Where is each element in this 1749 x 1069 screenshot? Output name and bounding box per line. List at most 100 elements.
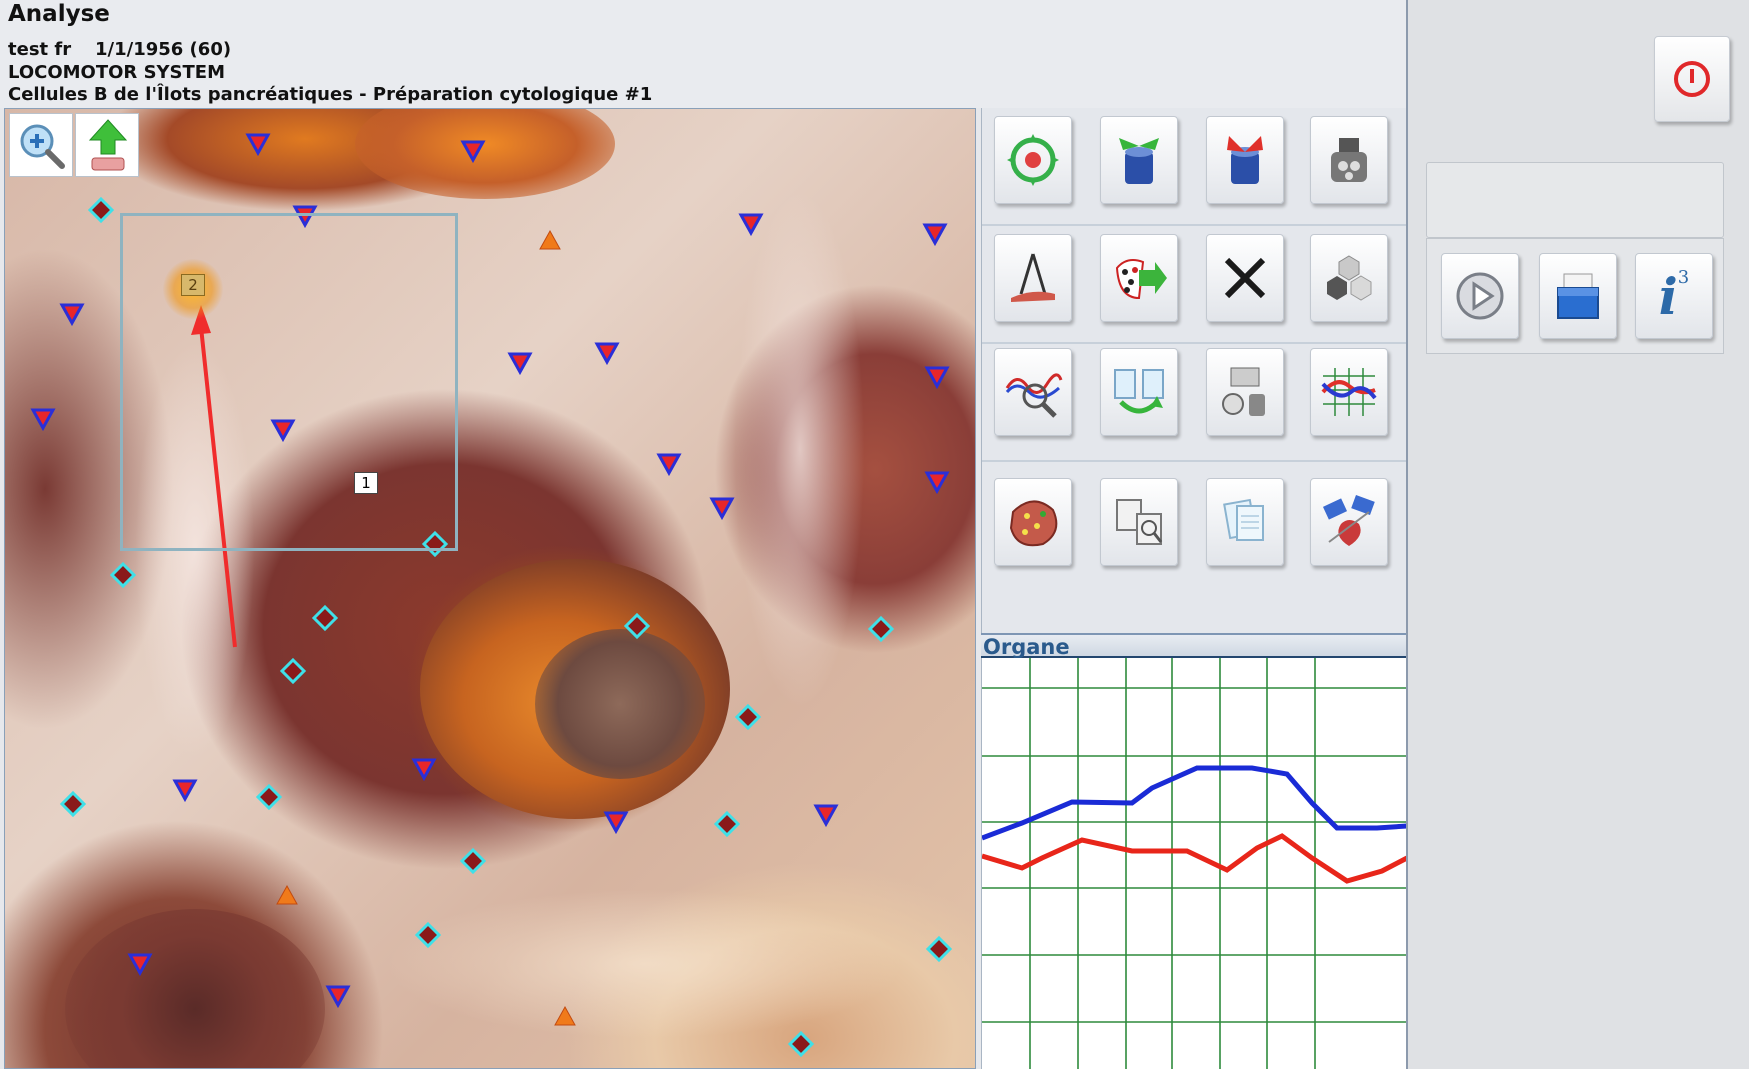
marker-diamond[interactable] (279, 657, 307, 685)
marker-triangle-down[interactable] (924, 366, 950, 390)
marker-triangle-down[interactable] (460, 140, 486, 164)
marker-diamond[interactable] (867, 615, 895, 643)
marker-triangle-up[interactable] (276, 884, 298, 905)
notes-icon (1223, 498, 1264, 541)
header: Analyse test fr 1/1/1956 (60) LOCOMOTOR S… (0, 0, 1406, 108)
hexagons-icon (1327, 255, 1372, 301)
tool-grid (981, 108, 1407, 633)
organ-graph (981, 658, 1409, 1069)
marker-triangle-up[interactable] (539, 229, 561, 250)
marker-diamond[interactable] (459, 847, 487, 875)
marker-diamond[interactable] (713, 810, 741, 838)
organ-spots-icon (1009, 500, 1058, 547)
wave-magnifier-button[interactable] (994, 348, 1072, 436)
marker-triangle-up[interactable] (554, 1005, 576, 1026)
dots-arrow-button[interactable] (1100, 234, 1178, 322)
tool-row-3 (982, 344, 1407, 462)
hexagons-button[interactable] (1310, 234, 1388, 322)
target-button[interactable] (994, 116, 1072, 204)
marker-triangle-down[interactable] (813, 804, 839, 828)
documents-exchange-icon (1114, 369, 1164, 414)
red-series-line (981, 833, 1409, 884)
point-label-1[interactable]: 1 (354, 472, 378, 494)
folder-button[interactable] (1539, 253, 1617, 339)
barrel-arrows-out-icon (1119, 138, 1159, 184)
organ-graph-svg (981, 658, 1409, 1069)
tool-row-1 (982, 108, 1407, 226)
marker-triangle-down[interactable] (30, 408, 56, 432)
notes-button[interactable] (1206, 478, 1284, 566)
organ-spots-button[interactable] (994, 478, 1072, 566)
action-panel: i3 (1426, 238, 1724, 354)
marker-diamond[interactable] (87, 196, 115, 224)
marker-diamond[interactable] (623, 612, 651, 640)
marker-triangle-down[interactable] (127, 953, 153, 977)
marker-triangle-down[interactable] (507, 352, 533, 376)
graph-lines-icon (1321, 368, 1377, 416)
marker-triangle-down[interactable] (709, 497, 735, 521)
marker-triangle-down[interactable] (603, 811, 629, 835)
marker-triangle-down[interactable] (922, 223, 948, 247)
close-button[interactable] (1206, 234, 1284, 322)
cell-image-panel[interactable]: 1 2 (4, 108, 976, 1069)
patient-dob: 1/1/1956 (60) (95, 39, 232, 60)
wave-magnifier-icon (1005, 373, 1063, 418)
zoom-in-button[interactable] (9, 113, 73, 177)
organ-panel-header: Organe (981, 633, 1406, 659)
marker-diamond[interactable] (255, 783, 283, 811)
film-drum-button[interactable] (1206, 348, 1284, 436)
upload-icon (88, 119, 128, 171)
barrel-arrows-in-icon (1227, 136, 1263, 184)
compass-button[interactable] (994, 234, 1072, 322)
marker-triangle-down[interactable] (924, 471, 950, 495)
heart-satellite-button[interactable] (1310, 478, 1388, 566)
marker-diamond[interactable] (787, 1030, 815, 1058)
target-icon (1007, 134, 1059, 186)
document-search-icon (1116, 499, 1163, 545)
info-button[interactable]: i3 (1635, 253, 1713, 339)
machine-icon (1331, 138, 1367, 182)
close-icon (1224, 257, 1266, 299)
graph-lines-button[interactable] (1310, 348, 1388, 436)
documents-exchange-button[interactable] (1100, 348, 1178, 436)
marker-triangle-down[interactable] (411, 758, 437, 782)
marker-diamond[interactable] (311, 604, 339, 632)
marker-diamond[interactable] (59, 790, 87, 818)
tool-row-2 (982, 226, 1407, 344)
app-title: Analyse (8, 1, 110, 27)
organ-title: Organe (983, 635, 1070, 659)
point-label-2[interactable]: 2 (181, 274, 205, 296)
document-search-button[interactable] (1100, 478, 1178, 566)
power-icon (1674, 61, 1710, 97)
info-icon: i3 (1658, 266, 1690, 326)
patient-name: test fr (8, 39, 72, 60)
play-button[interactable] (1441, 253, 1519, 339)
marker-diamond[interactable] (925, 935, 953, 963)
film-drum-icon (1222, 367, 1265, 416)
marker-triangle-down[interactable] (245, 133, 271, 157)
marker-triangle-down[interactable] (656, 453, 682, 477)
marker-diamond[interactable] (109, 561, 137, 589)
blue-series-line (981, 765, 1408, 841)
zoom-in-icon (20, 124, 65, 169)
marker-triangle-down[interactable] (325, 985, 351, 1009)
marker-triangle-down[interactable] (59, 303, 85, 327)
marker-diamond[interactable] (414, 921, 442, 949)
patient-line: test fr 1/1/1956 (60) (8, 39, 231, 60)
marker-diamond[interactable] (734, 703, 762, 731)
play-icon (1456, 272, 1504, 320)
barrel-in-button[interactable] (1206, 116, 1284, 204)
compass-icon (1011, 253, 1055, 302)
tool-row-4 (982, 462, 1407, 633)
power-button[interactable] (1654, 36, 1730, 122)
upload-button[interactable] (75, 113, 139, 177)
barrel-out-button[interactable] (1100, 116, 1178, 204)
preparation-title: Cellules B de l'Îlots pancréatiques - Pr… (8, 84, 653, 105)
marker-triangle-down[interactable] (594, 342, 620, 366)
marker-triangle-down[interactable] (738, 213, 764, 237)
right-panel: i3 (1406, 0, 1749, 1069)
machine-button[interactable] (1310, 116, 1388, 204)
marker-triangle-down[interactable] (172, 779, 198, 803)
empty-display-field (1426, 162, 1724, 238)
selection-box[interactable] (120, 213, 458, 551)
